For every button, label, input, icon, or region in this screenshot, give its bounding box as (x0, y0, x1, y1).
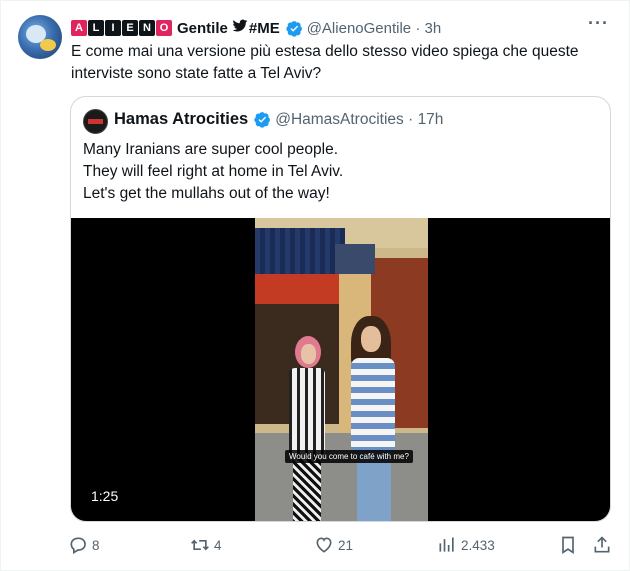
verified-badge-icon[interactable] (286, 20, 303, 37)
video-player[interactable]: Would you come to café with me? 1:25 (71, 218, 610, 521)
like-button[interactable]: 21 (314, 533, 353, 557)
tweet-time[interactable]: 3h (425, 20, 442, 37)
retweet-count: 4 (214, 537, 222, 553)
scene-shape (289, 368, 325, 458)
logo-letter: I (105, 20, 121, 36)
author-handle[interactable]: @AlienoGentile (307, 20, 411, 37)
logo-letter: A (71, 20, 87, 36)
bookmark-icon (562, 536, 574, 555)
reply-button[interactable]: 8 (68, 533, 100, 557)
avatar-shape (88, 119, 103, 124)
like-count: 21 (338, 537, 354, 553)
quoted-author-name[interactable]: Hamas Atrocities (114, 110, 248, 129)
author-name[interactable]: Gentile (177, 20, 228, 37)
scene-shape (361, 326, 381, 352)
quoted-text-line: Many Iranians are super cool people. (83, 141, 339, 158)
author-suffix: #ME (248, 19, 280, 37)
action-bar: 8 4 21 2.433 (68, 533, 616, 557)
quoted-text-line: They will feel right at home in Tel Aviv… (83, 163, 344, 180)
scene-shape (293, 458, 321, 521)
quoted-tweet-time[interactable]: 17h (418, 111, 444, 129)
tweet-text: E come mai una versione più estesa dello… (71, 43, 579, 82)
share-icon (594, 536, 610, 553)
video-duration: 1:25 (91, 488, 119, 504)
scene-shape (255, 433, 428, 521)
views-button[interactable]: 2.433 (437, 533, 495, 557)
bookmark-button[interactable] (558, 533, 582, 557)
verified-badge-icon[interactable] (254, 111, 271, 128)
logo-letter: E (122, 20, 138, 36)
reply-icon (70, 537, 86, 554)
scene-shape (301, 344, 316, 364)
video-frame: Would you come to café with me? (255, 218, 428, 521)
views-chart-icon (439, 537, 454, 552)
quoted-tweet-text: Many Iranians are super cool people. The… (83, 139, 598, 205)
heart-icon (316, 537, 332, 553)
tweet-header: A L I E N O Gentile #ME @AlienoGentile ·… (71, 17, 441, 39)
name-logo[interactable]: A L I E N O (71, 20, 173, 36)
bird-icon (232, 19, 248, 37)
quoted-text-line: Let's get the mullahs out of the way! (83, 185, 330, 202)
video-caption: Would you come to café with me? (285, 450, 413, 463)
scene-shape (351, 358, 395, 453)
reply-count: 8 (92, 537, 100, 553)
separator-dot: · (403, 110, 418, 128)
quoted-tweet-header: Hamas Atrocities @HamasAtrocities · 17h (114, 110, 443, 129)
logo-letter: O (156, 20, 172, 36)
author-avatar[interactable] (18, 15, 62, 59)
scene-shape (255, 228, 345, 274)
share-button[interactable] (592, 533, 616, 557)
scene-shape (357, 453, 391, 521)
scene-shape (335, 244, 375, 274)
views-count: 2.433 (461, 537, 495, 553)
retweet-button[interactable]: 4 (190, 533, 222, 557)
avatar-shape (40, 39, 56, 51)
quoted-tweet[interactable]: Hamas Atrocities @HamasAtrocities · 17h … (70, 96, 611, 522)
tweet-card[interactable]: A L I E N O Gentile #ME @AlienoGentile ·… (0, 0, 630, 571)
logo-letter: N (139, 20, 155, 36)
logo-letter: L (88, 20, 104, 36)
more-options-icon[interactable]: ··· (588, 13, 609, 34)
quoted-author-handle[interactable]: @HamasAtrocities (275, 111, 404, 129)
separator-dot: · (411, 19, 425, 37)
scene-shape (255, 274, 340, 304)
retweet-icon (191, 539, 209, 551)
quoted-author-avatar[interactable] (83, 109, 108, 134)
